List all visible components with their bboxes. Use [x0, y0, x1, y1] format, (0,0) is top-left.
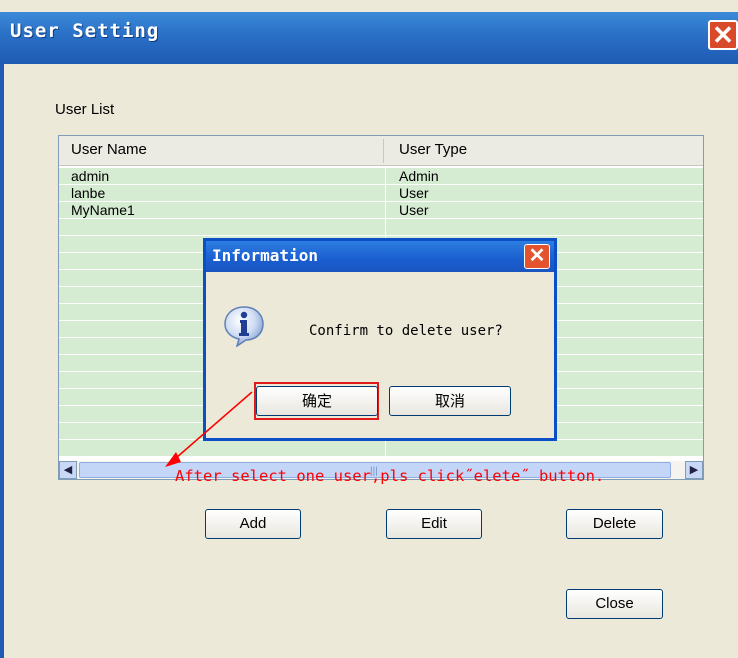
add-button[interactable]: Add	[205, 509, 301, 539]
table-row[interactable]: lanbe User	[59, 185, 703, 202]
edit-button[interactable]: Edit	[386, 509, 482, 539]
dialog-titlebar: Information ✕	[206, 241, 554, 272]
column-divider[interactable]	[383, 139, 384, 163]
information-dialog: Information ✕ Confirm to delete user? 确定…	[203, 238, 557, 441]
user-type-cell: Admin	[399, 168, 439, 184]
annotation-text: After select one user,pls click˝elete˝ b…	[175, 467, 605, 485]
empty-row	[59, 440, 703, 457]
window-titlebar: User Setting ✕	[0, 12, 738, 64]
chevron-right-icon: ▶	[689, 464, 699, 476]
scroll-right-button[interactable]: ▶	[685, 461, 703, 479]
table-row[interactable]: admin Admin	[59, 168, 703, 185]
user-name-cell: lanbe	[71, 185, 106, 201]
close-button[interactable]: Close	[566, 589, 663, 619]
user-name-cell: MyName1	[71, 202, 135, 218]
empty-row	[59, 219, 703, 236]
delete-button[interactable]: Delete	[566, 509, 663, 539]
window-close-button[interactable]: ✕	[708, 20, 738, 50]
dialog-message: Confirm to delete user?	[309, 323, 503, 339]
column-header-user-name[interactable]: User Name	[71, 141, 147, 158]
list-header: User Name User Type	[59, 136, 703, 166]
close-icon: ✕	[528, 245, 546, 267]
scroll-left-button[interactable]: ◀	[59, 461, 77, 479]
info-icon	[224, 306, 264, 347]
dialog-close-button[interactable]: ✕	[524, 244, 550, 269]
table-row[interactable]: MyName1 User	[59, 202, 703, 219]
user-list-caption: User List	[55, 101, 115, 118]
user-type-cell: User	[399, 185, 429, 201]
dialog-title: Information	[212, 246, 318, 265]
window-title: User Setting	[10, 20, 160, 42]
user-type-cell: User	[399, 202, 429, 218]
cancel-button[interactable]: 取消	[389, 386, 511, 416]
window-border	[0, 64, 4, 658]
user-name-cell: admin	[71, 168, 110, 184]
column-header-user-type[interactable]: User Type	[399, 141, 467, 158]
close-icon: ✕	[712, 20, 734, 50]
ok-button[interactable]: 确定	[256, 386, 378, 416]
chevron-left-icon: ◀	[63, 464, 73, 476]
